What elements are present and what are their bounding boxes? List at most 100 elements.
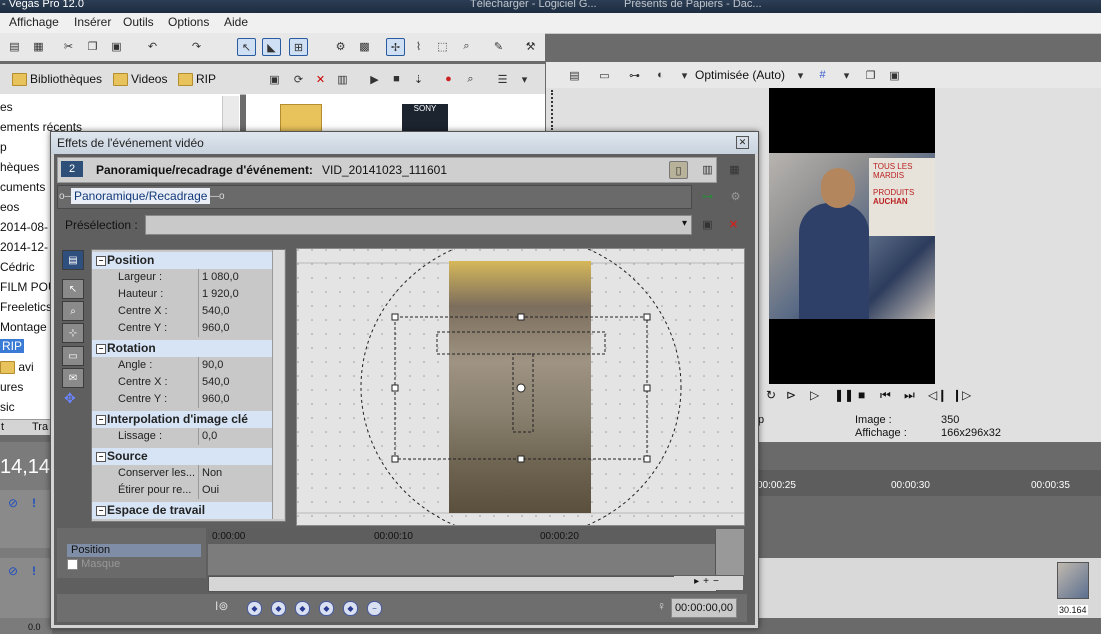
bg-tab[interactable]: Télécharger - Logiciel G...: [470, 0, 597, 10]
keyframe-side-scroll[interactable]: [715, 529, 744, 575]
kf-track-position[interactable]: Position: [67, 544, 201, 557]
tree-item[interactable]: Freeletics: [0, 300, 52, 314]
delete-keyframe-icon[interactable]: −: [367, 601, 382, 616]
group-workspace[interactable]: − Espace de travail: [92, 502, 273, 519]
copy-snapshot-icon[interactable]: ❐: [862, 67, 879, 83]
properties-icon[interactable]: ▤: [6, 38, 23, 54]
menu-inserer[interactable]: Insérer: [74, 15, 111, 29]
sync-cursor-icon[interactable]: I⊚: [215, 599, 228, 613]
normal-edit-tool-icon[interactable]: ↖: [237, 38, 256, 56]
edit-in-place-icon[interactable]: ▭: [62, 346, 84, 366]
crop-overlay[interactable]: [297, 249, 744, 525]
enable-snapping-icon[interactable]: ⊹: [62, 323, 84, 343]
tab[interactable]: t: [1, 421, 4, 433]
go-start-icon[interactable]: ⏮: [880, 388, 891, 403]
delete-icon[interactable]: ✕: [312, 71, 329, 87]
tab[interactable]: Tra: [32, 421, 48, 433]
split-screen-icon[interactable]: ◐: [652, 67, 669, 83]
breadcrumb-videos[interactable]: Videos: [131, 72, 167, 86]
clip-thumbnail[interactable]: [1057, 562, 1089, 599]
close-icon[interactable]: ✕: [736, 136, 749, 149]
plugin-chain-icon[interactable]: ⊶: [699, 188, 716, 204]
menu-aide[interactable]: Aide: [224, 15, 248, 29]
panel-grip[interactable]: [551, 90, 556, 130]
fx-plugin-icon[interactable]: ⊶: [626, 67, 643, 83]
group-position[interactable]: − Position: [92, 252, 273, 269]
group-rotation[interactable]: − Rotation: [92, 340, 273, 357]
prop-row[interactable]: Centre Y :960,0: [92, 320, 273, 337]
keyframe-timecode[interactable]: 00:00:00,00: [671, 598, 737, 618]
search-media-icon[interactable]: ⌕: [462, 71, 479, 87]
normal-edit-icon[interactable]: ↖: [62, 279, 84, 299]
refresh-icon[interactable]: ⟳: [290, 71, 307, 87]
mute-icon[interactable]: ⊘: [8, 496, 18, 510]
auto-preview-icon[interactable]: ⇣: [410, 71, 427, 87]
bg-tab[interactable]: Présents de Papiers - Dac...: [624, 0, 762, 10]
move-freely-icon[interactable]: ✥: [64, 390, 76, 407]
prev-keyframe-icon[interactable]: ◆: [271, 601, 286, 616]
paint-icon[interactable]: ✎: [490, 38, 507, 54]
delete-preset-icon[interactable]: ✕: [725, 216, 742, 232]
tree-item[interactable]: 2014-08-: [0, 220, 48, 234]
auto-ripple-icon[interactable]: ▩: [356, 38, 373, 54]
tree-item[interactable]: ures: [0, 380, 23, 394]
play-icon[interactable]: ▷: [810, 388, 819, 402]
fx-chain-item[interactable]: Panoramique/Recadrage: [71, 188, 211, 204]
chevron-down-icon[interactable]: ▾: [516, 71, 533, 87]
redo-icon[interactable]: ↷: [188, 38, 205, 54]
new-folder-icon[interactable]: ▥: [334, 71, 351, 87]
zoom-tool-icon[interactable]: ⌇: [410, 38, 427, 54]
prop-row[interactable]: Hauteur :1 920,0: [92, 286, 273, 303]
prop-row[interactable]: Angle :90,0: [92, 357, 273, 374]
zoom-icon[interactable]: ⌕: [62, 301, 84, 321]
tree-item[interactable]: Montage: [0, 320, 47, 334]
menu-options[interactable]: Options: [168, 15, 209, 29]
lock-aspect-icon[interactable]: ✉: [62, 368, 84, 388]
tree-item[interactable]: p: [0, 140, 7, 154]
keyframe-ruler[interactable]: 0:00:00 00:00:10 00:00:20: [208, 529, 715, 544]
tree-item-selected[interactable]: RIP: [0, 339, 25, 353]
pause-icon[interactable]: ❚❚: [834, 388, 854, 402]
lock-envelopes-icon[interactable]: ⚙: [332, 38, 349, 54]
stop-icon[interactable]: ■: [388, 71, 405, 87]
lock-icon[interactable]: ♀: [657, 599, 666, 613]
play-icon[interactable]: ▶: [366, 71, 383, 87]
snapping-icon[interactable]: ⊞: [289, 38, 308, 56]
tree-item[interactable]: avi: [0, 360, 34, 375]
tree-item[interactable]: 2014-12-: [0, 240, 48, 254]
loop-icon[interactable]: ↻: [766, 388, 776, 402]
mute-icon[interactable]: ⊘: [8, 564, 18, 578]
save-snapshot-icon[interactable]: ▣: [886, 67, 903, 83]
stop-icon[interactable]: ■: [858, 388, 865, 402]
kf-track-mask[interactable]: Masque: [67, 558, 201, 571]
sony-file-icon[interactable]: SONY: [402, 104, 448, 134]
selection-tool-icon[interactable]: ✢: [386, 38, 405, 56]
add-keyframe-icon[interactable]: ◆: [343, 601, 358, 616]
prev-frame-icon[interactable]: ◁❙: [928, 388, 947, 402]
monitor-icon[interactable]: ▭: [596, 67, 613, 83]
tree-item[interactable]: eos: [0, 200, 19, 214]
timeline-track[interactable]: [757, 558, 1101, 618]
tree-item[interactable]: hèques: [0, 160, 39, 174]
chevron-down-icon[interactable]: ▾: [838, 67, 855, 83]
save-preset-icon[interactable]: ▣: [699, 216, 716, 232]
paste-icon[interactable]: ▣: [108, 38, 125, 54]
show-properties-icon[interactable]: ▤: [62, 250, 84, 270]
go-end-icon[interactable]: ⏭: [904, 388, 915, 403]
layout-single-icon[interactable]: ▯: [669, 161, 688, 179]
solo-icon[interactable]: !: [32, 496, 36, 510]
preset-dropdown[interactable]: ▾: [145, 215, 692, 235]
render-icon[interactable]: ▦: [30, 38, 47, 54]
next-frame-icon[interactable]: ❙▷: [952, 388, 971, 402]
envelope-tool-icon[interactable]: ◣: [262, 38, 281, 56]
menu-affichage[interactable]: Affichage: [9, 15, 59, 29]
prop-row[interactable]: Étirer pour re... Oui: [92, 482, 273, 499]
layout-split-icon[interactable]: ▥: [699, 161, 716, 177]
track-header[interactable]: ⊘ !: [0, 490, 52, 548]
tree-item[interactable]: Cédric: [0, 260, 35, 274]
layout-grid-icon[interactable]: ▦: [726, 161, 743, 177]
fx-icon[interactable]: ⬚: [434, 38, 451, 54]
prop-row[interactable]: Centre X :540,0: [92, 374, 273, 391]
breadcrumb-bibliotheques[interactable]: Bibliothèques: [30, 72, 102, 86]
first-keyframe-icon[interactable]: ◆: [247, 601, 262, 616]
